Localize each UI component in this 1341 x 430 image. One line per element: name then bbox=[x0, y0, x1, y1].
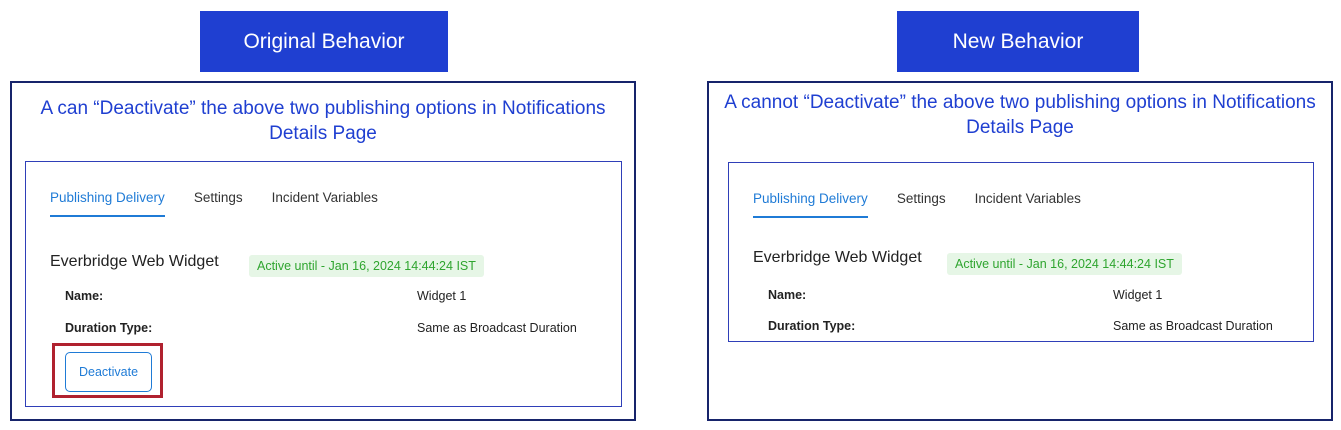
tab-incident-variables[interactable]: Incident Variables bbox=[975, 191, 1081, 218]
original-behavior-banner: Original Behavior bbox=[200, 11, 448, 72]
tab-publishing-delivery[interactable]: Publishing Delivery bbox=[753, 191, 868, 218]
duration-type-label: Duration Type: bbox=[768, 319, 856, 333]
tab-publishing-delivery[interactable]: Publishing Delivery bbox=[50, 190, 165, 217]
original-behavior-caption: A can “Deactivate” the above two publish… bbox=[40, 98, 606, 144]
tab-settings[interactable]: Settings bbox=[897, 191, 946, 218]
duration-type-row: Duration Type: Same as Broadcast Duratio… bbox=[768, 319, 1328, 333]
new-behavior-banner: New Behavior bbox=[897, 11, 1139, 72]
duration-type-label: Duration Type: bbox=[65, 321, 153, 335]
new-behavior-caption: A cannot “Deactivate” the above two publ… bbox=[724, 92, 1316, 138]
widget-title: Everbridge Web Widget bbox=[753, 249, 922, 266]
notification-details-card: Publishing Delivery Settings Incident Va… bbox=[728, 162, 1314, 342]
duration-type-row: Duration Type: Same as Broadcast Duratio… bbox=[65, 321, 625, 335]
tab-bar: Publishing Delivery Settings Incident Va… bbox=[753, 191, 1110, 218]
new-behavior-panel: A cannot “Deactivate” the above two publ… bbox=[707, 81, 1333, 421]
duration-type-value: Same as Broadcast Duration bbox=[1113, 319, 1273, 333]
notification-details-card: Publishing Delivery Settings Incident Va… bbox=[25, 161, 622, 407]
tab-incident-variables[interactable]: Incident Variables bbox=[272, 190, 378, 217]
widget-title: Everbridge Web Widget bbox=[50, 253, 219, 270]
name-label: Name: bbox=[768, 288, 807, 302]
name-row: Name: Widget 1 bbox=[768, 288, 1328, 302]
name-value: Widget 1 bbox=[417, 289, 467, 303]
deactivate-button[interactable]: Deactivate bbox=[65, 352, 152, 392]
tab-settings[interactable]: Settings bbox=[194, 190, 243, 217]
original-behavior-panel: A can “Deactivate” the above two publish… bbox=[10, 81, 636, 421]
duration-type-value: Same as Broadcast Duration bbox=[417, 321, 577, 335]
name-label: Name: bbox=[65, 289, 104, 303]
status-badge: Active until - Jan 16, 2024 14:44:24 IST bbox=[947, 253, 1182, 275]
name-value: Widget 1 bbox=[1113, 288, 1163, 302]
status-badge: Active until - Jan 16, 2024 14:44:24 IST bbox=[249, 255, 484, 277]
name-row: Name: Widget 1 bbox=[65, 289, 625, 303]
tab-bar: Publishing Delivery Settings Incident Va… bbox=[50, 190, 407, 217]
